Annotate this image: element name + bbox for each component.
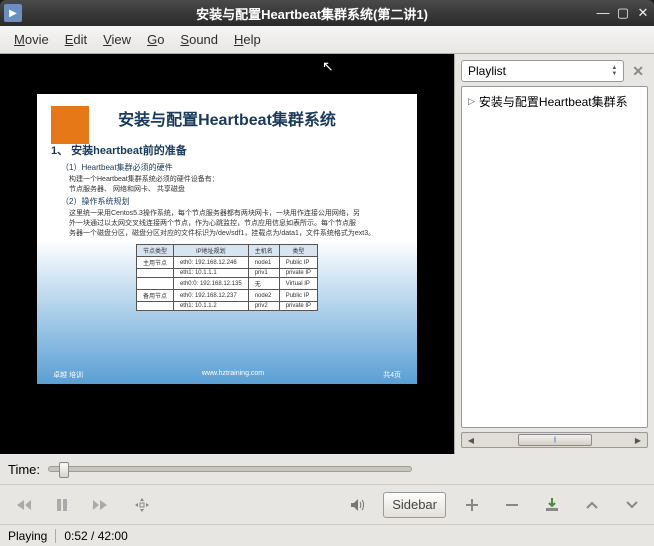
minus-icon [505, 498, 519, 512]
volume-icon [349, 497, 365, 513]
th: 主机名 [248, 245, 279, 257]
th: 类型 [279, 245, 317, 257]
slide-sec2: （2）操作系统规划 [61, 196, 399, 207]
app-window: ▶ 安装与配置Heartbeat集群系统(第二讲1) — ▢ ✕ Movie E… [0, 0, 654, 546]
playlist-list[interactable]: ▷ 安装与配置Heartbeat集群系 [461, 86, 648, 428]
add-button[interactable] [458, 491, 486, 519]
move-up-button[interactable] [578, 491, 606, 519]
remove-button[interactable] [498, 491, 526, 519]
move-down-button[interactable] [618, 491, 646, 519]
close-playlist-button[interactable]: ✕ [628, 63, 648, 80]
save-playlist-button[interactable] [538, 491, 566, 519]
menu-go[interactable]: Go [141, 30, 170, 49]
scroll-right-icon[interactable]: ▶ [631, 436, 645, 445]
slide-p: 这里统一采用Centos5.3操作系统，每个节点服务器都有两块网卡，一块用作连接… [69, 209, 399, 218]
next-button[interactable] [88, 491, 116, 519]
chevron-up-icon [586, 500, 598, 510]
slide-title: 安装与配置Heartbeat集群系统 [55, 106, 399, 130]
sidebar-header: Playlist ▲▼ ✕ [461, 60, 648, 82]
playlist-item-label: 安装与配置Heartbeat集群系 [479, 93, 628, 110]
playlist-label: Playlist [468, 64, 506, 78]
slide-sec1: （1）Heartbeat集群必须的硬件 [61, 162, 399, 173]
playlist-sidebar: Playlist ▲▼ ✕ ▷ 安装与配置Heartbeat集群系 ◀ ▶ [454, 54, 654, 454]
plus-icon [465, 498, 479, 512]
seek-slider[interactable] [48, 466, 412, 472]
menu-sound[interactable]: Sound [174, 30, 224, 49]
slide-logo [51, 106, 89, 144]
spinner-icon: ▲▼ [611, 65, 617, 77]
titlebar[interactable]: ▶ 安装与配置Heartbeat集群系统(第二讲1) — ▢ ✕ [0, 0, 654, 26]
th: 节点类型 [136, 245, 173, 257]
minimize-button[interactable]: — [596, 5, 610, 21]
skip-back-icon [13, 498, 31, 512]
volume-button[interactable] [343, 491, 371, 519]
menu-edit[interactable]: Edit [59, 30, 93, 49]
slide-p: 构建一个Heartbeat集群系统必须的硬件设备有： [69, 175, 399, 184]
slide-table: 节点类型 IP地址规划 主机名 类型 主用节点eth0: 192.168.12.… [136, 244, 318, 311]
maximize-button[interactable]: ▢ [616, 5, 630, 21]
menubar: Movie Edit View Go Sound Help [0, 26, 654, 54]
footer-right: 共4页 [383, 370, 401, 380]
pause-button[interactable] [48, 491, 76, 519]
time-bar: Time: [0, 454, 654, 484]
th: IP地址规划 [173, 245, 248, 257]
skip-forward-icon [93, 498, 111, 512]
video-slide: 安装与配置Heartbeat集群系统 1、 安装heartbeat前的准备 （1… [37, 94, 417, 384]
slide-p: 节点服务器、 网络和网卡、 共享磁盘 [69, 185, 399, 194]
mouse-cursor-icon: ↖ [322, 58, 334, 75]
playlist-selector[interactable]: Playlist ▲▼ [461, 60, 624, 82]
video-display[interactable]: ↖ 安装与配置Heartbeat集群系统 1、 安装heartbeat前的准备 … [0, 54, 454, 454]
app-icon: ▶ [4, 4, 22, 22]
close-button[interactable]: ✕ [636, 5, 650, 21]
content-area: ↖ 安装与配置Heartbeat集群系统 1、 安装heartbeat前的准备 … [0, 54, 654, 454]
scroll-thumb[interactable] [518, 434, 592, 446]
chevron-down-icon [626, 500, 638, 510]
previous-button[interactable] [8, 491, 36, 519]
play-indicator-icon: ▷ [468, 96, 475, 107]
scroll-left-icon[interactable]: ◀ [464, 436, 478, 445]
fullscreen-icon [134, 497, 150, 513]
time-label: Time: [8, 462, 40, 477]
horizontal-scrollbar[interactable]: ◀ ▶ [461, 432, 648, 448]
status-bar: Playing 0:52 / 42:00 [0, 524, 654, 546]
footer-left: 卓越 培训 [53, 370, 83, 380]
separator [55, 529, 56, 543]
pause-icon [55, 498, 69, 512]
playlist-item[interactable]: ▷ 安装与配置Heartbeat集群系 [466, 91, 643, 112]
seek-thumb[interactable] [59, 462, 69, 478]
menu-view[interactable]: View [97, 30, 137, 49]
menu-movie[interactable]: Movie [8, 30, 55, 49]
footer-center: www.hztraining.com [83, 370, 383, 380]
slide-footer: 卓越 培训 www.hztraining.com 共4页 [37, 370, 417, 380]
slide-heading: 1、 安装heartbeat前的准备 [51, 142, 399, 158]
sidebar-toggle-button[interactable]: Sidebar [383, 492, 446, 518]
save-download-icon [544, 497, 560, 513]
fullscreen-button[interactable] [128, 491, 156, 519]
playback-time: 0:52 / 42:00 [64, 529, 127, 543]
playback-state: Playing [8, 529, 47, 543]
slide-p: 外一块通过以太网交叉线连接两个节点，作为心跳监控，节点应用信息如表所示。每个节点… [69, 219, 399, 228]
window-title: 安装与配置Heartbeat集群系统(第二讲1) [28, 4, 596, 23]
control-bar: Sidebar [0, 484, 654, 524]
slide-p: 务器一个磁盘分区，磁盘分区对应的文件标识为/dev/sdf1，挂载点为/data… [69, 229, 399, 238]
menu-help[interactable]: Help [228, 30, 267, 49]
